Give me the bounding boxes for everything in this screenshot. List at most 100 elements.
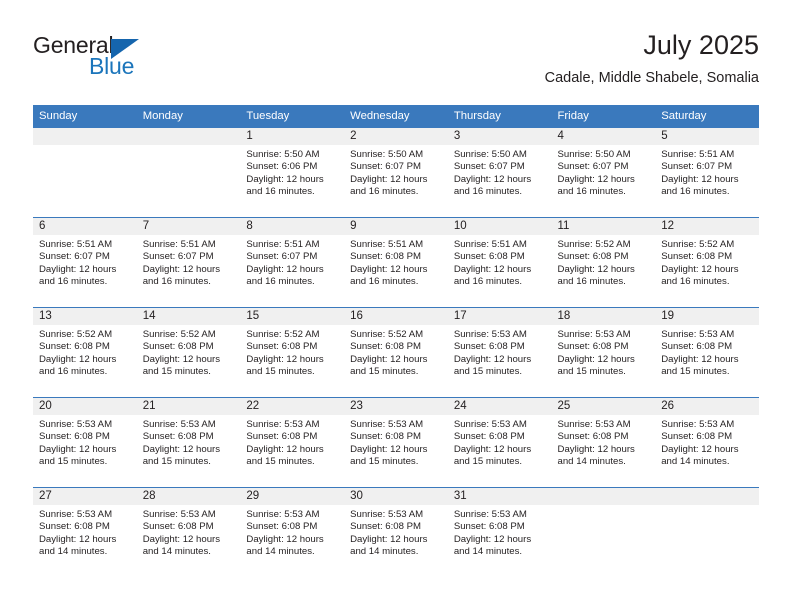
day-cell-inner: 10 Sunrise: 5:51 AM Sunset: 6:08 PM Dayligh… (447, 218, 552, 307)
calendar-day-cell[interactable]: 31 Sunrise: 5:53 AM Sunset: 6:08 PM Dayligh… (447, 487, 552, 578)
calendar-day-cell[interactable]: 8 Sunrise: 5:51 AM Sunset: 6:07 PM Daylight… (240, 217, 345, 308)
sunrise-text: Sunrise: 5:53 AM (350, 419, 424, 430)
day-cell-inner: 31 Sunrise: 5:53 AM Sunset: 6:08 PM Dayligh… (447, 488, 552, 578)
day-cell-inner: 18 Sunrise: 5:53 AM Sunset: 6:08 PM Dayligh… (551, 308, 656, 397)
daylight-text-line1: Daylight: 12 hours (453, 353, 532, 365)
day-details: Sunrise: 5:50 AM Sunset: 6:06 PM Daylight:… (240, 145, 344, 199)
day-details: Sunrise: 5:53 AM Sunset: 6:08 PM Daylight:… (137, 415, 241, 469)
day-number: 14 (136, 308, 241, 325)
day-number: 13 (33, 308, 137, 325)
daylight-text-line2: and 16 minutes. (350, 186, 419, 198)
daylight-text-line2: and 16 minutes. (557, 186, 626, 198)
calendar-day-cell[interactable]: 29 Sunrise: 5:53 AM Sunset: 6:08 PM Dayligh… (240, 487, 345, 578)
day-details: Sunrise: 5:51 AM Sunset: 6:07 PM Daylight:… (240, 235, 344, 289)
calendar-day-cell[interactable]: 6 Sunrise: 5:51 AM Sunset: 6:07 PM Daylight… (33, 217, 137, 308)
day-cell-inner: 7 Sunrise: 5:51 AM Sunset: 6:07 PM Daylight… (136, 218, 241, 307)
general-blue-logo: General Blue (33, 34, 193, 90)
daylight-text-line2: and 16 minutes. (453, 276, 523, 288)
day-number: 21 (136, 398, 241, 415)
day-cell-inner (136, 128, 241, 217)
daylight-text-line1: Daylight: 12 hours (557, 443, 635, 455)
day-cell-inner: 28 Sunrise: 5:53 AM Sunset: 6:08 PM Dayligh… (136, 488, 241, 578)
calendar-day-cell[interactable]: 24 Sunrise: 5:53 AM Sunset: 6:08 PM Dayligh… (447, 397, 552, 488)
sunrise-text: Sunrise: 5:52 AM (557, 239, 631, 250)
sunset-text: Sunset: 6:08 PM (557, 341, 629, 353)
calendar-day-cell[interactable]: 28 Sunrise: 5:53 AM Sunset: 6:08 PM Dayligh… (136, 487, 241, 578)
calendar-day-cell[interactable]: 21 Sunrise: 5:53 AM Sunset: 6:08 PM Dayligh… (136, 397, 241, 488)
calendar-day-cell[interactable]: 10 Sunrise: 5:51 AM Sunset: 6:08 PM Dayligh… (447, 217, 552, 308)
sunset-text: Sunset: 6:07 PM (246, 251, 318, 263)
sunset-text: Sunset: 6:07 PM (557, 161, 629, 173)
day-details: Sunrise: 5:52 AM Sunset: 6:08 PM Daylight:… (240, 325, 344, 379)
calendar-day-cell[interactable]: 13 Sunrise: 5:52 AM Sunset: 6:08 PM Dayligh… (33, 307, 137, 398)
daylight-text-line1: Daylight: 12 hours (350, 263, 428, 275)
calendar-day-cell[interactable]: 23 Sunrise: 5:53 AM Sunset: 6:08 PM Dayligh… (344, 397, 448, 488)
day-details: Sunrise: 5:53 AM Sunset: 6:08 PM Daylight:… (552, 415, 656, 469)
sunset-text: Sunset: 6:08 PM (246, 341, 318, 353)
calendar-day-cell[interactable]: 3 Sunrise: 5:50 AM Sunset: 6:07 PM Daylight… (447, 127, 552, 218)
sunrise-text: Sunrise: 5:53 AM (453, 509, 527, 520)
daylight-text-line2: and 15 minutes. (557, 366, 626, 378)
day-number: 17 (447, 308, 552, 325)
calendar-day-cell[interactable]: 20 Sunrise: 5:53 AM Sunset: 6:08 PM Dayligh… (33, 397, 137, 488)
day-details: Sunrise: 5:53 AM Sunset: 6:08 PM Daylight:… (552, 325, 656, 379)
calendar-day-cell[interactable]: 4 Sunrise: 5:50 AM Sunset: 6:07 PM Daylight… (551, 127, 656, 218)
calendar-day-cell[interactable]: 9 Sunrise: 5:51 AM Sunset: 6:08 PM Daylight… (344, 217, 448, 308)
calendar-day-cell[interactable]: 14 Sunrise: 5:52 AM Sunset: 6:08 PM Dayligh… (136, 307, 241, 398)
page-title: July 2025 (643, 30, 759, 60)
daylight-text-line2: and 16 minutes. (39, 366, 108, 378)
day-cell-inner: 19 Sunrise: 5:53 AM Sunset: 6:08 PM Dayligh… (655, 308, 759, 397)
sunrise-text: Sunrise: 5:53 AM (142, 419, 216, 430)
calendar-day-cell[interactable]: 5 Sunrise: 5:51 AM Sunset: 6:07 PM Daylight… (655, 127, 759, 218)
calendar-day-cell[interactable]: 30 Sunrise: 5:53 AM Sunset: 6:08 PM Dayligh… (344, 487, 448, 578)
calendar-day-cell[interactable]: 27 Sunrise: 5:53 AM Sunset: 6:08 PM Dayligh… (33, 487, 137, 578)
day-number: 10 (447, 218, 552, 235)
day-details: Sunrise: 5:51 AM Sunset: 6:08 PM Daylight:… (344, 235, 448, 289)
day-cell-inner: 8 Sunrise: 5:51 AM Sunset: 6:07 PM Daylight… (240, 218, 345, 307)
daylight-text-line1: Daylight: 12 hours (142, 443, 221, 455)
calendar-day-cell[interactable]: 19 Sunrise: 5:53 AM Sunset: 6:08 PM Dayligh… (655, 307, 759, 398)
day-number: 3 (447, 128, 552, 145)
sunrise-text: Sunrise: 5:53 AM (39, 509, 113, 520)
weekday-header-thursday: Thursday (447, 105, 552, 128)
calendar-day-cell[interactable]: 2 Sunrise: 5:50 AM Sunset: 6:07 PM Daylight… (344, 127, 448, 218)
calendar-day-cell[interactable]: 16 Sunrise: 5:52 AM Sunset: 6:08 PM Dayligh… (344, 307, 448, 398)
calendar-day-cell[interactable]: 7 Sunrise: 5:51 AM Sunset: 6:07 PM Daylight… (136, 217, 241, 308)
day-number (655, 488, 759, 505)
page-subtitle: Cadale, Middle Shabele, Somalia (544, 70, 759, 87)
daylight-text-line2: and 14 minutes. (39, 546, 108, 558)
day-number: 11 (551, 218, 656, 235)
sunrise-text: Sunrise: 5:52 AM (142, 329, 216, 340)
calendar-day-cell[interactable]: 22 Sunrise: 5:53 AM Sunset: 6:08 PM Dayligh… (240, 397, 345, 488)
daylight-text-line1: Daylight: 12 hours (246, 173, 324, 185)
sunset-text: Sunset: 6:07 PM (39, 251, 110, 263)
day-cell-inner: 29 Sunrise: 5:53 AM Sunset: 6:08 PM Dayligh… (240, 488, 345, 578)
sunrise-text: Sunrise: 5:50 AM (246, 149, 320, 160)
calendar-day-cell[interactable]: 26 Sunrise: 5:53 AM Sunset: 6:08 PM Dayligh… (655, 397, 759, 488)
calendar-day-cell[interactable]: 25 Sunrise: 5:53 AM Sunset: 6:08 PM Dayligh… (551, 397, 656, 488)
day-cell-inner: 13 Sunrise: 5:52 AM Sunset: 6:08 PM Dayligh… (33, 308, 137, 397)
day-number: 22 (240, 398, 345, 415)
daylight-text-line1: Daylight: 12 hours (142, 353, 221, 365)
day-number: 18 (551, 308, 656, 325)
daylight-text-line1: Daylight: 12 hours (453, 263, 532, 275)
day-cell-inner: 27 Sunrise: 5:53 AM Sunset: 6:08 PM Dayligh… (33, 488, 137, 578)
calendar-day-cell[interactable]: 18 Sunrise: 5:53 AM Sunset: 6:08 PM Dayligh… (551, 307, 656, 398)
sunrise-text: Sunrise: 5:50 AM (350, 149, 424, 160)
daylight-text-line1: Daylight: 12 hours (350, 443, 428, 455)
calendar-day-cell[interactable]: 1 Sunrise: 5:50 AM Sunset: 6:06 PM Daylight… (240, 127, 345, 218)
calendar-day-cell[interactable]: 17 Sunrise: 5:53 AM Sunset: 6:08 PM Dayligh… (447, 307, 552, 398)
sunrise-text: Sunrise: 5:52 AM (661, 239, 735, 250)
day-details: Sunrise: 5:52 AM Sunset: 6:08 PM Daylight:… (552, 235, 656, 289)
calendar-day-cell[interactable]: 12 Sunrise: 5:52 AM Sunset: 6:08 PM Dayligh… (655, 217, 759, 308)
day-number: 23 (344, 398, 448, 415)
daylight-text-line1: Daylight: 12 hours (142, 533, 221, 545)
sunrise-text: Sunrise: 5:52 AM (39, 329, 113, 340)
calendar-day-cell[interactable]: 15 Sunrise: 5:52 AM Sunset: 6:08 PM Dayligh… (240, 307, 345, 398)
sunset-text: Sunset: 6:06 PM (246, 161, 318, 173)
day-cell-inner: 17 Sunrise: 5:53 AM Sunset: 6:08 PM Dayligh… (447, 308, 552, 397)
day-cell-inner: 24 Sunrise: 5:53 AM Sunset: 6:08 PM Dayligh… (447, 398, 552, 487)
day-number: 30 (344, 488, 448, 505)
day-number (551, 488, 656, 505)
calendar-day-cell[interactable]: 11 Sunrise: 5:52 AM Sunset: 6:08 PM Dayligh… (551, 217, 656, 308)
